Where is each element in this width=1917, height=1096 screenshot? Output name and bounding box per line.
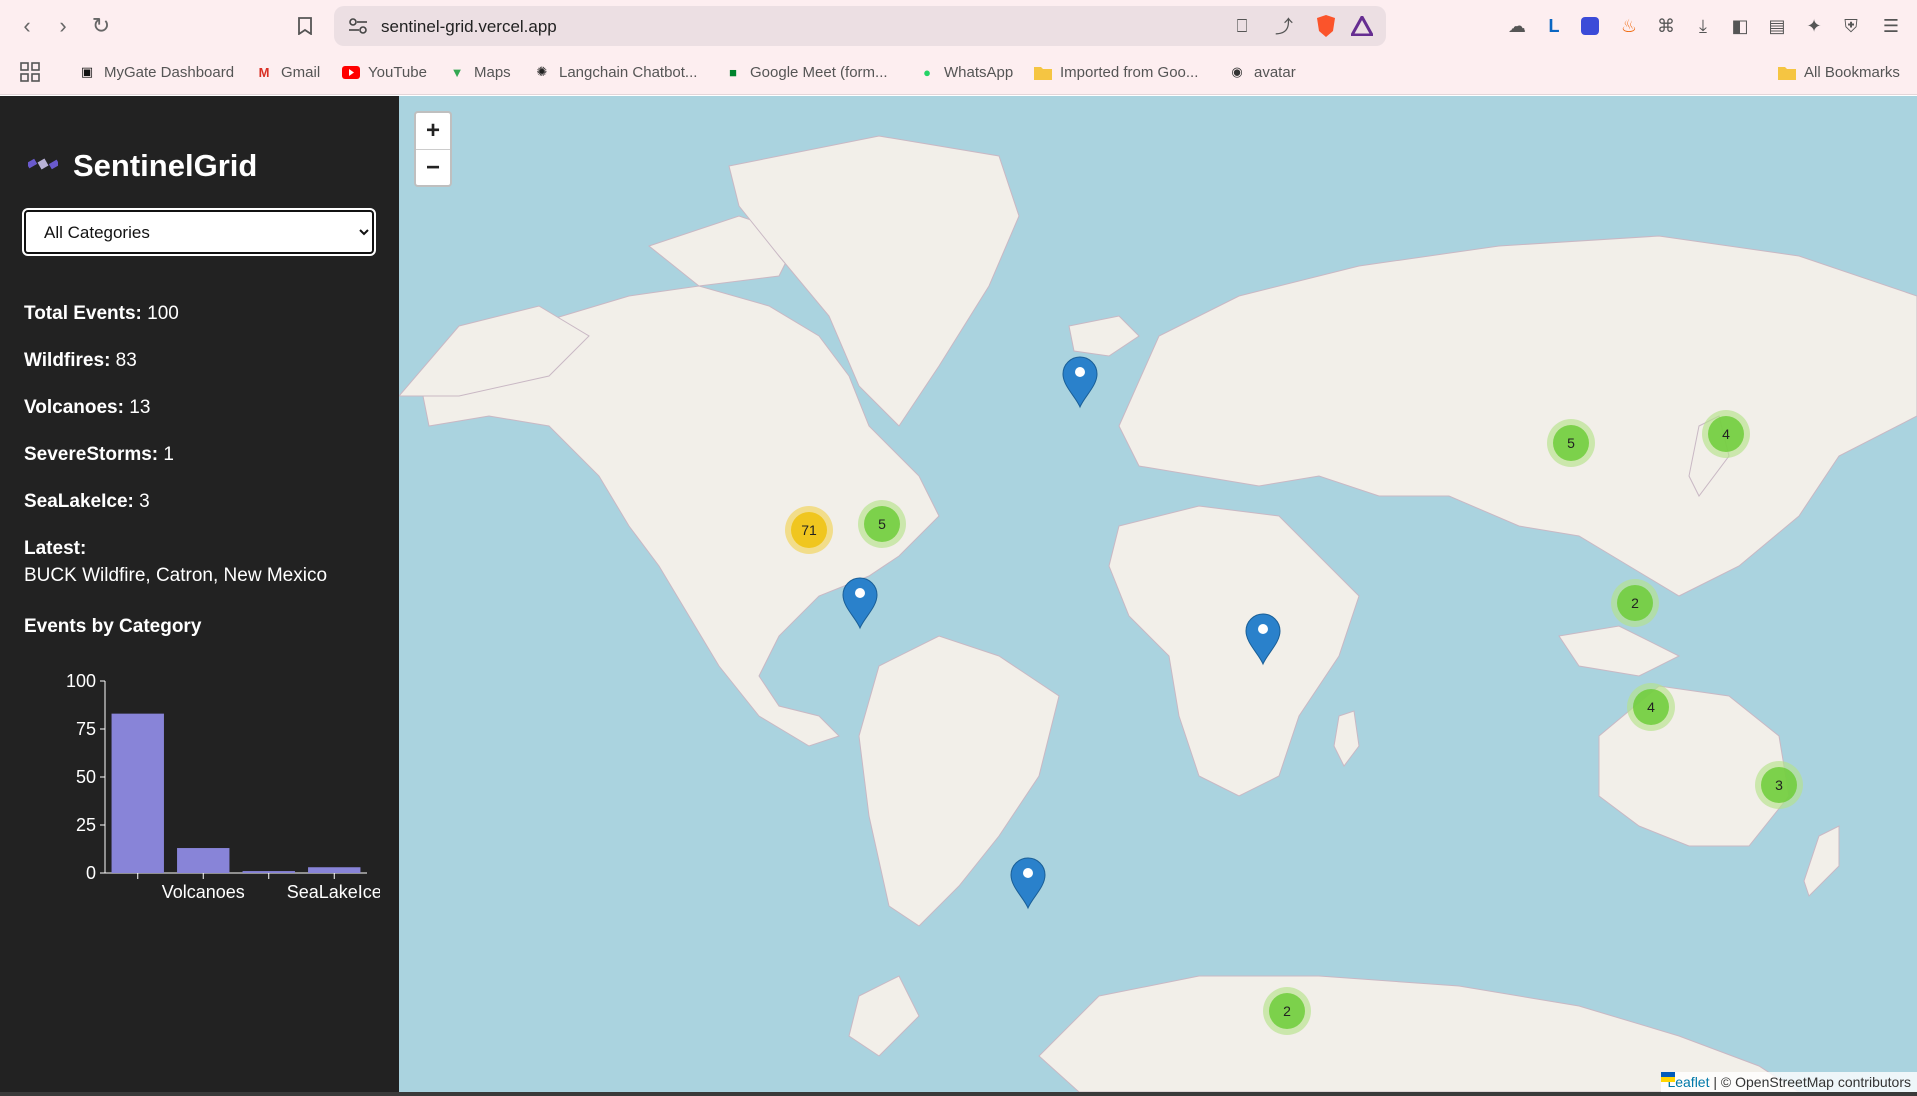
vpn-shield-icon[interactable]: ⛨ (1839, 14, 1863, 38)
globe-icon: ◉ (1231, 64, 1243, 79)
new-zealand (1803, 825, 1840, 897)
reload-icon[interactable]: ↻ (86, 11, 116, 41)
cluster-marker[interactable]: 5 (1547, 419, 1595, 467)
brave-rewards-icon[interactable] (1350, 14, 1374, 38)
stat-sea-lake-ice: SeaLakeIce: 3 (24, 491, 150, 512)
cluster-marker[interactable]: 71 (785, 506, 833, 554)
cluster-marker[interactable]: 2 (1611, 579, 1659, 627)
folder-icon (1034, 63, 1052, 81)
cluster-marker[interactable]: 3 (1755, 761, 1803, 809)
apps-grid-icon[interactable] (20, 60, 40, 84)
puzzle-icon[interactable]: ⌘ (1654, 14, 1678, 38)
bar-wildfires[interactable] (111, 713, 164, 873)
forward-icon[interactable]: › (48, 11, 78, 41)
latest-event: BUCK Wildfire, Catron, New Mexico (24, 565, 328, 586)
folder-icon (1778, 63, 1796, 81)
bookmarks-bar: ▣ MyGate Dashboard M Gmail YouTube ▼ Maps ✺… (0, 56, 1917, 88)
bookmark-avatar[interactable]: ◉ avatar (1228, 60, 1295, 84)
bookmark-langchain[interactable]: ✺ Langchain Chatbot... (533, 60, 698, 84)
openai-icon: ✺ (536, 64, 548, 79)
extension-icon[interactable]: ☁ (1505, 14, 1529, 38)
youtube-icon (342, 63, 360, 81)
y-tick-label: 75 (76, 719, 96, 739)
x-tick-label: SeaLakeIce (287, 882, 380, 902)
share-icon[interactable]: ⤴ (1272, 14, 1296, 38)
taskbar-strip (0, 1092, 1917, 1096)
y-tick-label: 0 (86, 863, 96, 883)
y-tick-label: 25 (76, 815, 96, 835)
bookmark-maps[interactable]: ▼ Maps (448, 60, 511, 84)
wallet-icon[interactable]: ▤ (1765, 14, 1789, 38)
zoom-control: + − (414, 111, 452, 187)
extension-blue-icon[interactable] (1578, 14, 1602, 38)
mygate-icon: ▣ (80, 64, 94, 79)
url-text[interactable]: sentinel-grid.vercel.app (381, 17, 557, 37)
bookmark-page-icon[interactable] (290, 11, 320, 41)
bookmark-google-meet[interactable]: ■ Google Meet (form... (724, 60, 888, 84)
bar-severestorms[interactable] (242, 871, 295, 873)
zoom-out-button[interactable]: − (416, 149, 450, 185)
bookmark-mygate[interactable]: ▣ MyGate Dashboard (78, 60, 234, 84)
y-tick-label: 50 (76, 767, 96, 787)
site-settings-icon[interactable] (348, 17, 368, 35)
app-title: SentinelGrid (73, 148, 258, 183)
event-marker-south-atlantic[interactable] (1010, 857, 1046, 910)
cluster-marker[interactable]: 4 (1702, 410, 1750, 458)
stat-volcanoes: Volcanoes: 13 (24, 397, 151, 418)
x-tick-label: Volcanoes (162, 882, 245, 902)
chart-title: Events by Category (24, 616, 202, 637)
event-marker-iceland[interactable] (1062, 356, 1098, 409)
extension-orange-icon[interactable]: ♨ (1617, 14, 1641, 38)
brave-shield-icon[interactable] (1314, 14, 1338, 38)
maps-icon: ▼ (450, 64, 464, 80)
zoom-in-button[interactable]: + (416, 113, 450, 149)
cluster-marker[interactable]: 5 (858, 500, 906, 548)
all-bookmarks-folder[interactable]: All Bookmarks (1778, 60, 1900, 84)
bookmark-imported-folder[interactable]: Imported from Goo... (1034, 60, 1198, 84)
bookmark-gmail[interactable]: M Gmail (255, 60, 321, 84)
bookmark-whatsapp[interactable]: ● WhatsApp (918, 60, 1013, 84)
sidebar-toggle-icon[interactable]: ◧ (1728, 14, 1752, 38)
sidebar: SentinelGrid All Categories Total Events… (0, 96, 399, 1092)
google-meet-icon: ■ (729, 64, 737, 80)
africa (1108, 505, 1360, 797)
bookmark-youtube[interactable]: YouTube (342, 60, 427, 84)
leo-ai-icon[interactable]: ✦ (1802, 14, 1826, 38)
back-icon[interactable]: ‹ (12, 11, 42, 41)
bar-volcanoes[interactable] (177, 848, 230, 873)
stat-severe-storms: SevereStorms: 1 (24, 444, 174, 465)
install-app-icon[interactable]: ⎕ (1230, 14, 1254, 38)
iceland (1068, 315, 1140, 357)
antarctic-peninsula (848, 975, 920, 1057)
stat-wildfires: Wildfires: 83 (24, 350, 137, 371)
browser-chrome: ‹ › ↻ sentinel-grid.vercel.app ⎕ ⤴ ☁ L ♨… (0, 0, 1917, 95)
indonesia (1558, 625, 1681, 677)
bar-sealakeice[interactable] (308, 867, 361, 873)
osm-attribution: | © OpenStreetMap contributors (1709, 1074, 1911, 1090)
cluster-marker[interactable]: 4 (1627, 683, 1675, 731)
category-select[interactable]: All Categories (22, 208, 376, 256)
world-map[interactable]: + − 71 5 5 4 2 4 3 2 Leaflet | © OpenStr… (399, 96, 1917, 1092)
gmail-icon: M (258, 64, 270, 80)
stat-total-events: Total Events: 100 (24, 303, 179, 324)
map-attribution: Leaflet | © OpenStreetMap contributors (1661, 1072, 1917, 1092)
events-bar-chart: 0 25 50 75 100 Volcanoes SeaLakeIce (66, 671, 380, 902)
y-tick-label: 100 (66, 671, 96, 691)
latest-label: Latest: (24, 538, 87, 559)
satellite-icon (26, 151, 60, 184)
menu-icon[interactable]: ☰ (1879, 14, 1903, 38)
cluster-marker[interactable]: 2 (1263, 987, 1311, 1035)
whatsapp-icon: ● (923, 64, 931, 80)
map-basemap (399, 135, 1917, 1092)
event-marker-central-america[interactable] (842, 577, 878, 630)
madagascar (1333, 710, 1360, 767)
extension-l-icon[interactable]: L (1542, 14, 1566, 38)
address-bar[interactable]: sentinel-grid.vercel.app ⎕ ⤴ (334, 6, 1386, 46)
download-icon[interactable]: ⤓ (1691, 14, 1715, 38)
